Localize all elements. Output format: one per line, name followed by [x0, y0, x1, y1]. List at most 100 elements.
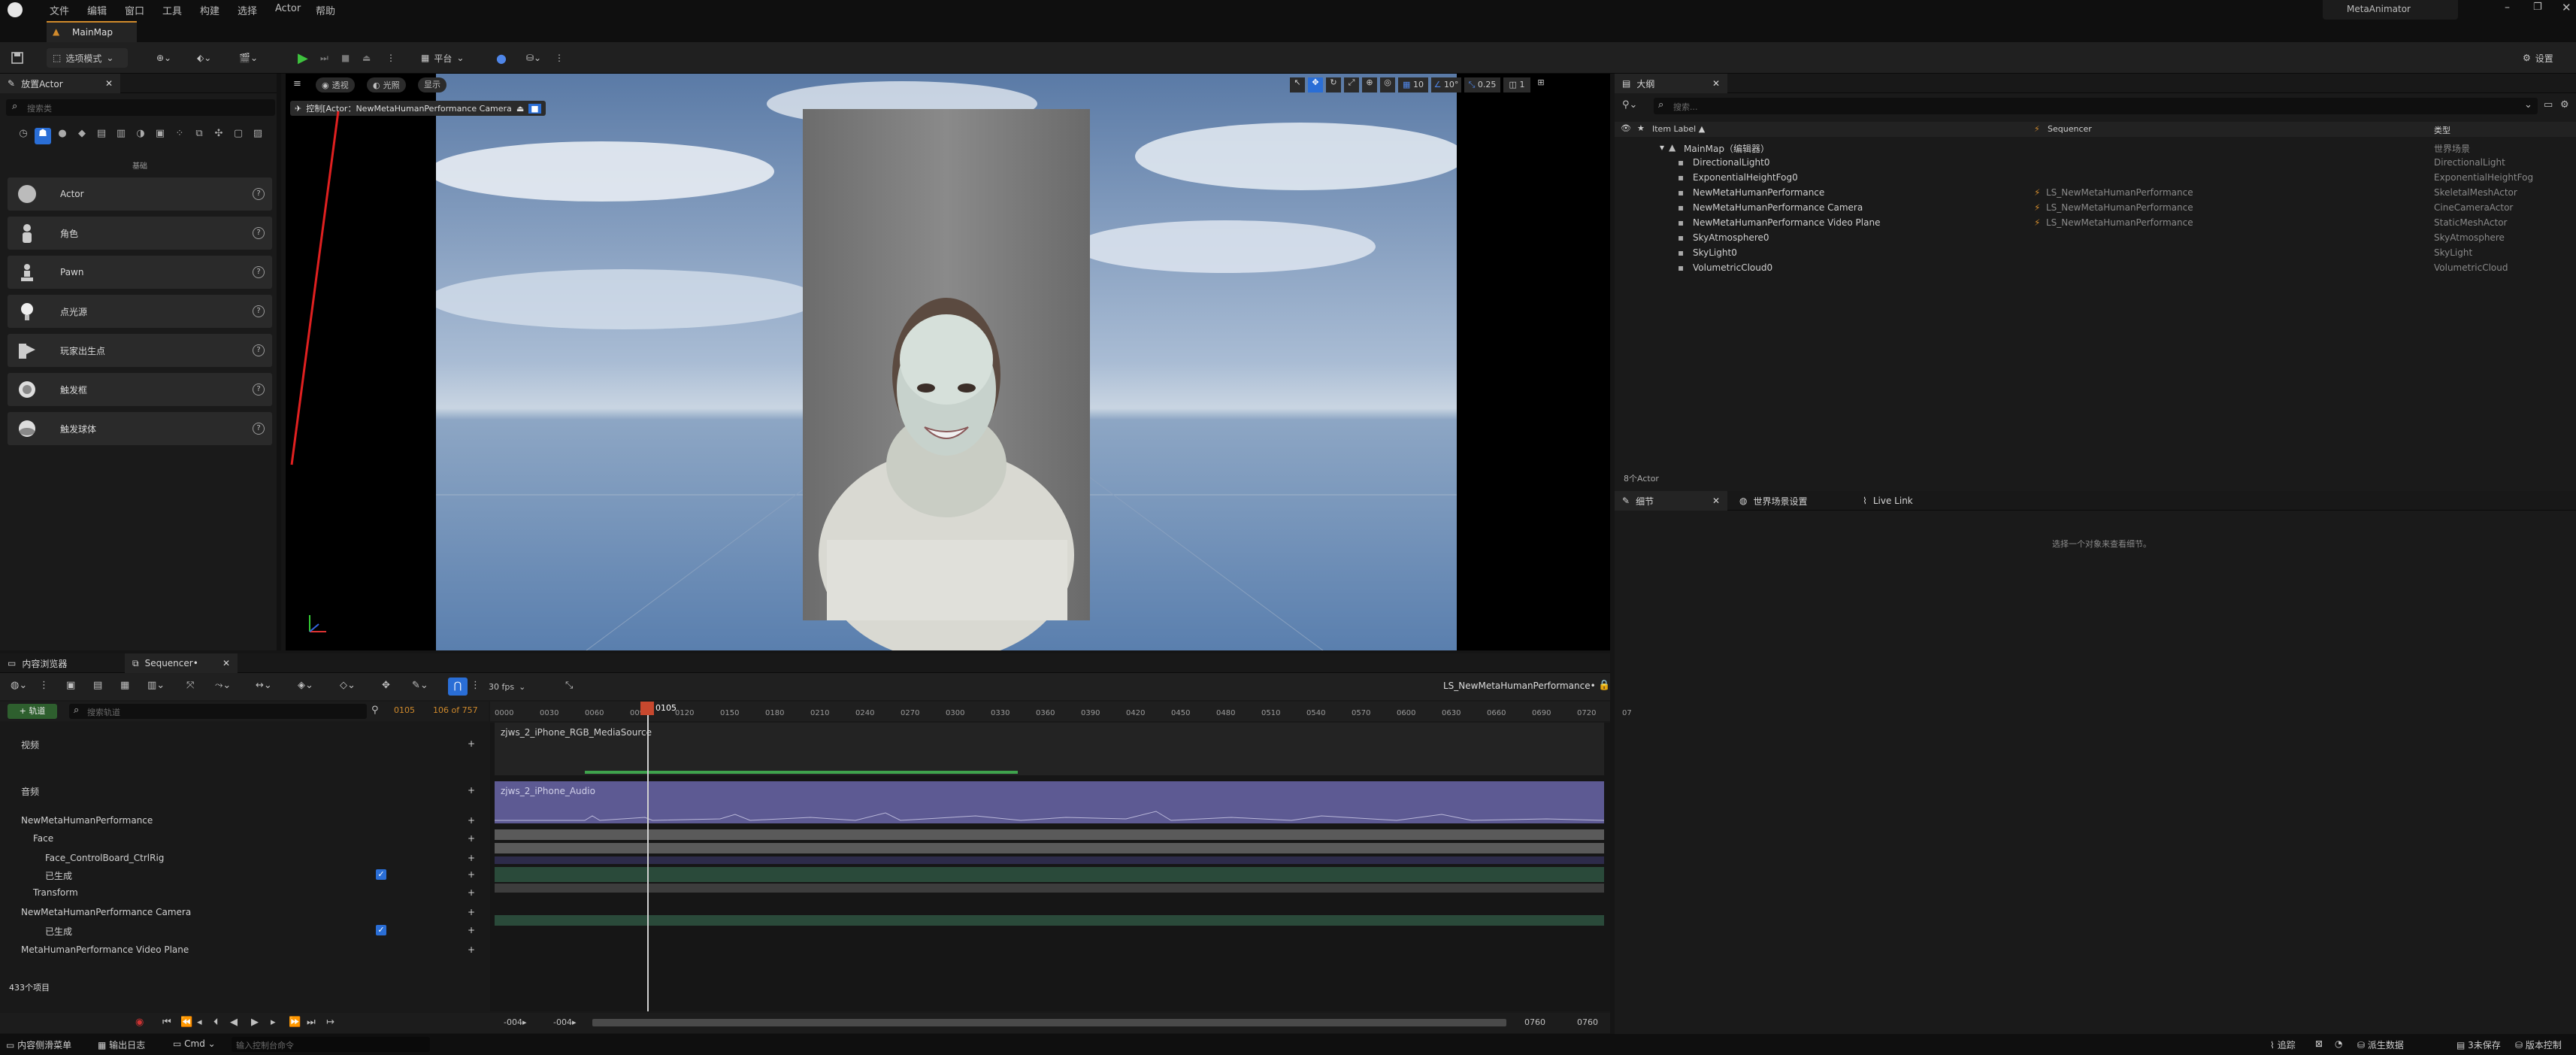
scale-snap[interactable]: ⤡ 0.25: [1464, 77, 1500, 92]
close-icon[interactable]: ✕: [222, 658, 230, 668]
outliner-search-input[interactable]: ⌕ 搜索... ⌄: [1654, 98, 2538, 114]
basic-category-icon[interactable]: ☗: [35, 128, 51, 144]
menu-select[interactable]: 选择: [238, 3, 257, 17]
place-item-pawn[interactable]: Pawn?: [8, 256, 272, 289]
panel-splitter[interactable]: [277, 74, 281, 650]
settings-button[interactable]: ⚙ 设置: [2523, 48, 2553, 68]
help-icon[interactable]: ?: [253, 305, 265, 317]
spawned-checkbox[interactable]: ✓: [376, 869, 386, 880]
maximize-icon[interactable]: ❐: [2533, 2, 2542, 13]
help-icon[interactable]: ?: [253, 188, 265, 200]
key-options-icon[interactable]: ⤧: [186, 680, 194, 691]
video-clip[interactable]: zjws_2_iPhone_RGB_MediaSource: [495, 723, 1604, 775]
save-icon[interactable]: ▣: [66, 680, 75, 691]
menu-tools[interactable]: 工具: [162, 3, 182, 17]
more-options-icon[interactable]: ⋮: [39, 680, 49, 691]
help-icon[interactable]: ?: [253, 423, 265, 435]
menu-window[interactable]: 窗口: [125, 3, 144, 17]
play-icon[interactable]: ▶: [251, 1017, 259, 1028]
auto-key-icon[interactable]: ✥: [382, 680, 390, 691]
render-movie-icon[interactable]: ▦: [120, 680, 129, 691]
prev-key-icon[interactable]: ⏪: [180, 1017, 192, 1028]
platforms-button[interactable]: ▦ 平台 ⌄: [421, 48, 464, 68]
blueprint-icon[interactable]: ⬖⌄: [197, 48, 211, 68]
edit-mode-icon[interactable]: ✎⌄: [412, 680, 428, 691]
tab-live-link[interactable]: ⌇ Live Link: [1855, 491, 1945, 511]
scale-tool-icon[interactable]: ⤢: [1344, 77, 1359, 92]
playback-options-icon[interactable]: ↔⌄: [256, 680, 272, 691]
more-options-icon[interactable]: ⋮: [386, 48, 395, 68]
playhead[interactable]: [640, 702, 654, 715]
view-range-end[interactable]: 0760: [1524, 1017, 1545, 1027]
place-item-player-start[interactable]: 玩家出生点?: [8, 334, 272, 367]
outliner-row[interactable]: ▪ NewMetaHumanPerformance Video Plane ⚡ LS_…: [1615, 215, 2576, 230]
tab-outliner[interactable]: ▤ 大纲 ✕: [1615, 74, 1727, 93]
outliner-row[interactable]: ▪ SkyLight0 SkyLight: [1615, 245, 2576, 260]
rotation-snap[interactable]: ∠ 10°: [1431, 77, 1461, 92]
add-key-icon[interactable]: +: [468, 907, 475, 917]
add-key-icon[interactable]: +: [468, 887, 475, 898]
unsaved-button[interactable]: ▤ 3未保存: [2456, 1038, 2501, 1051]
tab-world-settings[interactable]: ◍ 世界场景设置: [1732, 491, 1852, 511]
add-key-icon[interactable]: +: [468, 869, 475, 880]
ctrlrig-keys[interactable]: [495, 856, 1604, 864]
record-icon[interactable]: ◉: [135, 1017, 144, 1028]
add-track-button[interactable]: + 轨道: [8, 704, 57, 719]
add-key-icon[interactable]: +: [468, 853, 475, 863]
playback-range-icon[interactable]: ⤡: [565, 680, 573, 691]
keyframe-icon[interactable]: ◇⌄: [340, 680, 356, 691]
sequencer-track[interactable]: MetaHumanPerformance Video Plane +: [0, 941, 489, 959]
geometry-icon[interactable]: ◑: [132, 128, 149, 144]
visibility-icon[interactable]: 👁: [1621, 123, 1631, 133]
find-in-browser-icon[interactable]: ▤: [93, 680, 102, 691]
trace-button[interactable]: ⌇ 追踪: [2270, 1038, 2296, 1051]
sequencer-track[interactable]: 视频 +: [0, 735, 489, 753]
shapes-icon[interactable]: ◆: [74, 128, 90, 144]
eject-pilot-icon[interactable]: ⏏: [516, 104, 524, 114]
play-reverse-icon[interactable]: ⏴: [213, 1017, 219, 1028]
jump-to-start-icon[interactable]: ⏮: [162, 1017, 171, 1028]
place-item-trigger-sphere[interactable]: 触发球体?: [8, 412, 272, 445]
range-scrollbar[interactable]: [592, 1019, 1506, 1026]
face-track-bar[interactable]: [495, 829, 1604, 840]
place-item-trigger-box[interactable]: 触发框?: [8, 373, 272, 406]
globe-icon[interactable]: ●: [496, 48, 507, 68]
volumes-icon[interactable]: ▣: [152, 128, 168, 144]
minimize-icon[interactable]: –: [2505, 2, 2510, 14]
filter-icon[interactable]: ⚲⌄: [1622, 99, 1637, 111]
add-key-icon[interactable]: +: [468, 815, 475, 826]
tab-place-actor[interactable]: ✎ 放置Actor ✕: [0, 74, 120, 93]
close-icon[interactable]: ✕: [1712, 496, 1720, 506]
close-icon[interactable]: ✕: [2562, 1, 2571, 14]
select-tool-icon[interactable]: ↖: [1290, 77, 1305, 92]
save-icon[interactable]: [11, 48, 24, 68]
add-folder-icon[interactable]: ▭: [2544, 99, 2553, 111]
surface-snap-icon[interactable]: ◎: [1380, 77, 1395, 92]
star-icon[interactable]: ★: [1637, 123, 1645, 133]
outliner-row[interactable]: ▪ DirectionalLight0 DirectionalLight: [1615, 155, 2576, 170]
cinematic-icon[interactable]: ▤: [93, 128, 110, 144]
collapse-arrow-icon[interactable]: ▾: [1660, 142, 1664, 153]
view-range-start[interactable]: -004▸: [504, 1017, 527, 1027]
menu-build[interactable]: 构建: [200, 3, 219, 17]
help-icon[interactable]: ?: [253, 266, 265, 278]
snap-icon[interactable]: ⋂: [448, 678, 468, 696]
outliner-row[interactable]: ▪ NewMetaHumanPerformance Camera ⚡ LS_NewMe…: [1615, 200, 2576, 215]
close-icon[interactable]: ✕: [1712, 78, 1720, 89]
help-icon[interactable]: ?: [253, 383, 265, 396]
gear-icon[interactable]: ⚙: [2560, 99, 2569, 111]
lit-button[interactable]: ◐ 光照: [367, 77, 406, 92]
place-item-point-light[interactable]: 点光源?: [8, 295, 272, 328]
recent-icon[interactable]: ◷: [15, 128, 32, 144]
gadget-icon[interactable]: ✣: [210, 128, 227, 144]
place-item-character[interactable]: 角色?: [8, 217, 272, 250]
cmd-selector[interactable]: ▭ Cmd ⌄: [173, 1038, 216, 1049]
more-options-icon[interactable]: ⋮: [555, 48, 564, 68]
track-options-icon[interactable]: ▥⌄: [147, 680, 165, 691]
add-key-icon[interactable]: +: [468, 785, 475, 796]
close-icon[interactable]: ✕: [105, 78, 113, 89]
working-range-start[interactable]: -004▸: [553, 1017, 577, 1027]
sequencer-track[interactable]: 音频 +: [0, 781, 489, 799]
camera-spawned-track[interactable]: [495, 915, 1604, 926]
next-frame-icon[interactable]: ▸: [271, 1017, 276, 1028]
